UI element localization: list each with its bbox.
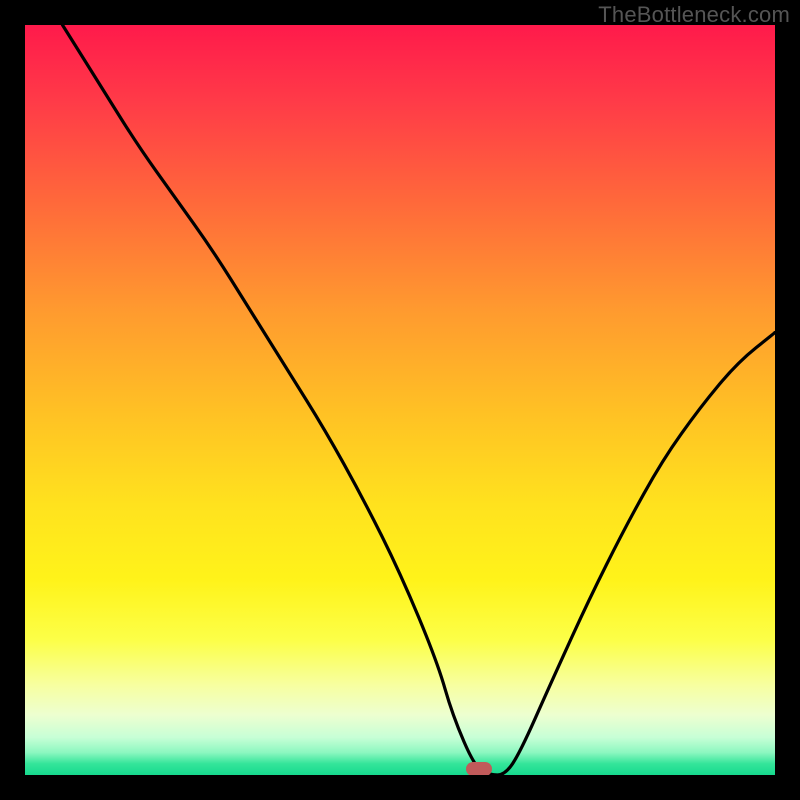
watermark-text: TheBottleneck.com xyxy=(598,2,790,28)
bottleneck-curve-path xyxy=(63,25,776,775)
curve-layer xyxy=(25,25,775,775)
plot-area xyxy=(25,25,775,775)
chart-frame: TheBottleneck.com xyxy=(0,0,800,800)
optimal-marker xyxy=(466,762,492,775)
